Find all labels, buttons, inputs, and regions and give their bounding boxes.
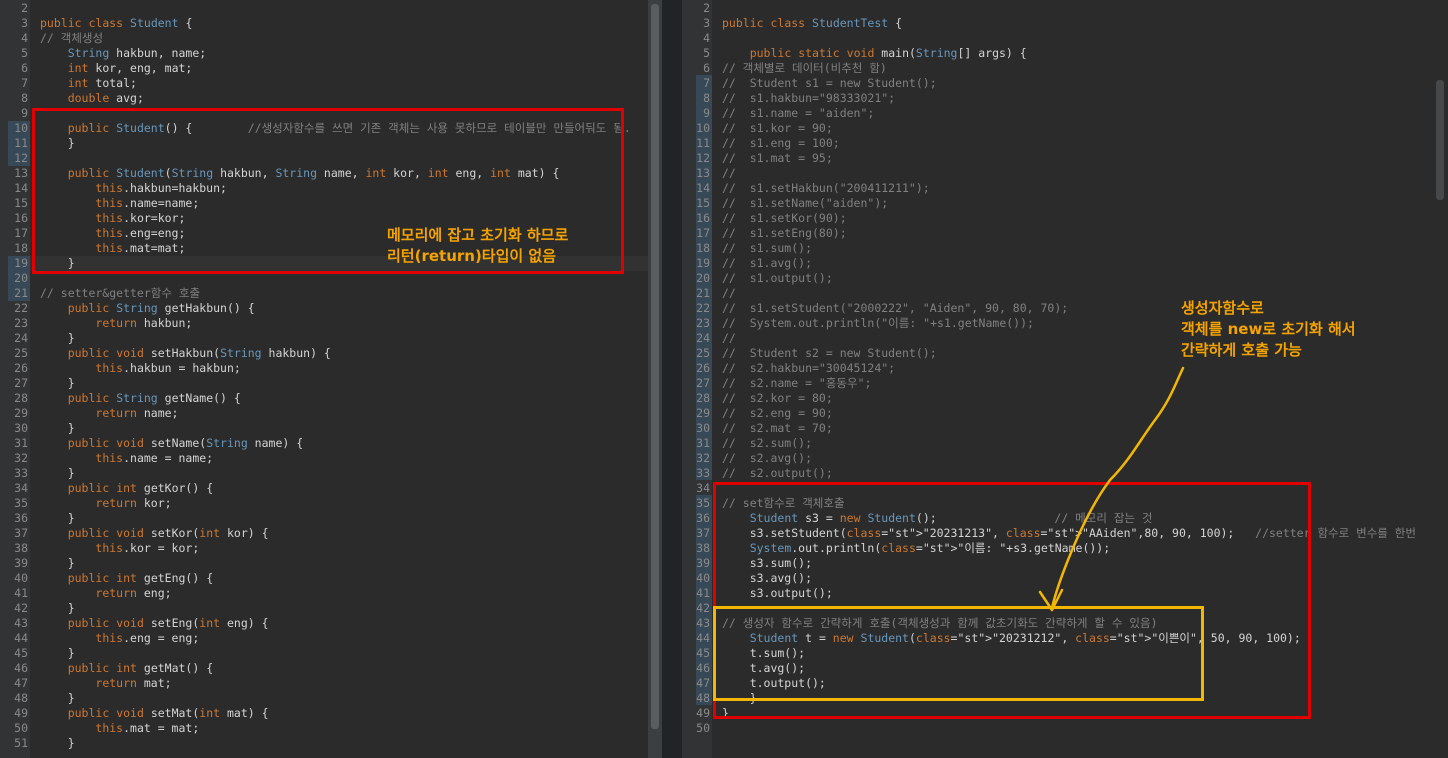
handwritten-arrow <box>1038 366 1185 612</box>
